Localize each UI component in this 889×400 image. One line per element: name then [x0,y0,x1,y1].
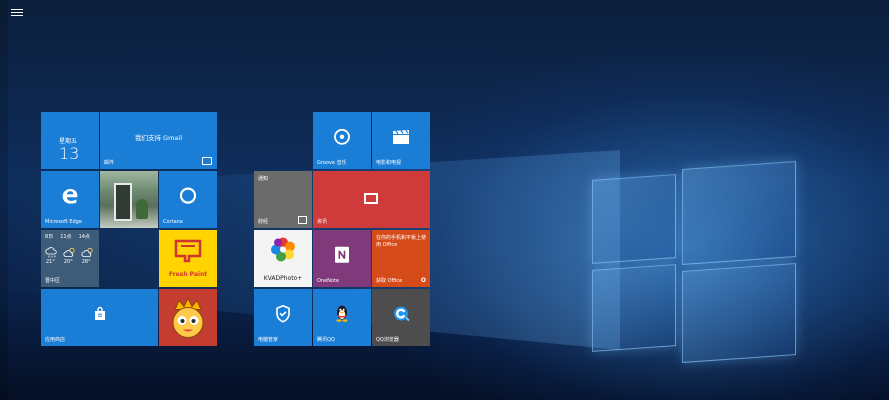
tile-weather-label: 晋中区 [45,278,61,284]
windows-logo-pane [682,263,796,363]
tile-store[interactable]: 应用商店 [41,289,158,346]
browser-icon [372,303,430,327]
windows-logo-pane [592,264,676,352]
tile-qq[interactable]: 腾讯QQ [313,289,371,346]
photo-door [114,183,132,221]
office-logo-icon: O [420,277,426,284]
tile-kvadphoto-label: KVADPhoto+ [263,275,303,282]
partly-cloudy-icon [63,247,75,257]
tile-weather[interactable]: 8日 11点 14点 21° 20° 28° 晋中区 [41,230,99,287]
kvad-flower-icon [254,234,312,268]
tile-calendar[interactable]: 星期五 13 [41,112,99,169]
tile-finance[interactable]: 通知 财经 [254,171,312,228]
store-icon [41,306,158,326]
cloud-rain-icon [45,247,57,258]
hamburger-icon[interactable] [11,7,23,17]
weather-temp: 21° [46,259,55,265]
tile-fresh-paint-label: Fresh Paint [168,271,208,278]
clapperboard-icon [372,129,430,149]
weather-icons [45,247,95,258]
tile-onenote-label: OneNote [317,278,340,284]
shield-icon [254,304,312,326]
tile-movies-label: 电影和电视 [376,160,402,166]
weather-temp: 28° [81,259,91,265]
tile-photos[interactable] [100,171,158,228]
tile-office-label: 获取 Office [376,278,403,284]
groove-icon [313,127,371,149]
onenote-icon [313,245,371,267]
photo-thumbnail [100,171,158,228]
tile-edge-label: Microsoft Edge [45,219,82,225]
tile-kvadphoto[interactable]: KVADPhoto+ [254,230,312,287]
tile-movies[interactable]: 电影和电视 [372,112,430,169]
tile-pc-manager[interactable]: 电脑管家 [254,289,312,346]
partly-cloudy-icon [81,247,93,257]
windows-logo-pane [682,161,796,265]
weather-day: 8日 [45,234,54,240]
tile-onenote[interactable]: OneNote [313,230,371,287]
game-character-icon [159,295,217,345]
tile-groove[interactable]: Groove 音乐 [313,112,371,169]
tile-news-label: 资讯 [317,219,328,225]
newspaper-icon [364,193,378,204]
mail-tagline: 我们支持 Gmail [134,134,183,142]
envelope-icon [202,157,212,165]
tile-fresh-paint[interactable]: Fresh Paint [159,230,217,287]
start-menu-strip [0,0,8,400]
tile-game[interactable] [159,289,217,346]
tile-cortana-label: Cortana [163,219,183,225]
tile-cortana[interactable]: Cortana [159,171,217,228]
windows-logo-wallpaper [580,155,820,365]
chart-icon [298,216,307,224]
weather-temp: 20° [63,259,73,265]
tile-edge[interactable]: Microsoft Edge [41,171,99,228]
tile-finance-label: 财经 [258,219,269,225]
tile-mail[interactable]: 我们支持 Gmail 邮件 [100,112,217,169]
fresh-paint-icon [159,238,217,268]
photo-plant [136,199,148,219]
cortana-icon [159,185,217,209]
office-tagline: 在你的手机和平板上使用 Office [376,235,427,248]
weather-forecast-header: 8日 11点 14点 [45,233,90,240]
finance-tagline: 通知 [258,176,269,182]
tile-store-label: 应用商店 [45,337,66,343]
tile-get-office[interactable]: 在你的手机和平板上使用 Office 获取 Office O [372,230,430,287]
calendar-day-number: 13 [59,144,80,163]
tile-mail-label: 邮件 [104,160,115,166]
tile-groove-label: Groove 音乐 [317,160,347,166]
penguin-icon [313,303,371,327]
weather-day: 14点 [78,234,90,240]
tile-pc-manager-label: 电脑管家 [258,337,279,343]
tile-qq-browser[interactable]: QQ浏览器 [372,289,430,346]
tile-qq-label: 腾讯QQ [317,337,335,343]
weather-day: 11点 [60,234,72,240]
tile-qq-browser-label: QQ浏览器 [376,337,399,343]
edge-icon [41,184,99,210]
weather-temperatures: 21° 20° 28° [46,259,91,265]
tile-news[interactable]: 资讯 [313,171,430,228]
windows-logo-pane [592,174,676,264]
